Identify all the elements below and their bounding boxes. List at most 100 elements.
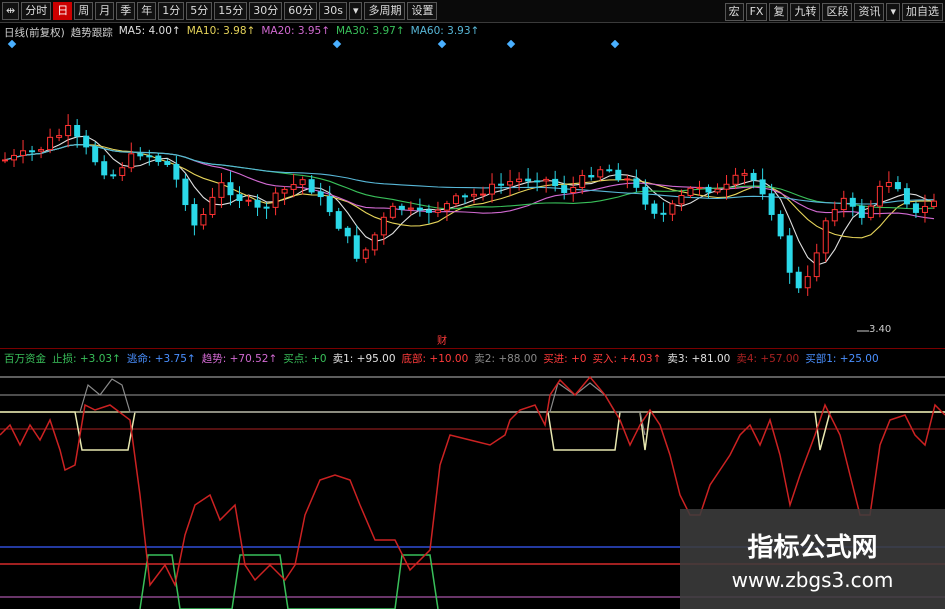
candlestick bbox=[263, 202, 270, 219]
candlestick bbox=[20, 139, 27, 164]
candlestick bbox=[65, 114, 72, 148]
main-legend-item-4: MA20: 3.95↑ bbox=[261, 25, 330, 37]
candlestick bbox=[155, 152, 162, 166]
moving-average-lines bbox=[4, 135, 935, 266]
candlestick bbox=[885, 171, 892, 193]
main-legend-item-1: 趋势跟踪 bbox=[70, 27, 113, 39]
candlestick bbox=[362, 247, 369, 264]
indicator-legend-item-0: 百万资金 bbox=[4, 353, 46, 365]
candlestick bbox=[344, 226, 351, 244]
period-button-3[interactable]: 周 bbox=[74, 2, 94, 20]
watermark-url: www.zbgs3.com bbox=[731, 567, 894, 592]
candlestick bbox=[489, 173, 496, 203]
period-button-8[interactable]: 5分 bbox=[186, 2, 213, 20]
candlestick bbox=[290, 173, 297, 198]
candlestick bbox=[353, 225, 360, 262]
indicator-legend-item-6: 底部: +10.00 bbox=[401, 353, 469, 365]
candlestick bbox=[308, 175, 315, 195]
candlestick bbox=[777, 210, 784, 240]
signal-diamond bbox=[610, 40, 620, 49]
candlestick bbox=[371, 232, 378, 256]
candlestick bbox=[11, 149, 18, 167]
indicator-legend-item-2: 逃命: +3.75↑ bbox=[126, 353, 196, 365]
candlestick bbox=[227, 171, 234, 206]
ma60-line bbox=[4, 144, 935, 205]
candlestick bbox=[921, 194, 928, 223]
candlestick bbox=[236, 186, 243, 209]
indicator-legend-item-10: 卖3: +81.00 bbox=[667, 353, 731, 365]
main-legend-item-2: MA5: 4.00↑ bbox=[118, 25, 181, 37]
panel-separator bbox=[0, 348, 945, 349]
candlestick bbox=[173, 155, 180, 188]
period-button-13[interactable]: ▾ bbox=[348, 2, 363, 20]
period-button-10[interactable]: 30分 bbox=[249, 2, 283, 20]
period-button-11[interactable]: 60分 bbox=[284, 2, 318, 20]
tool-button-6[interactable]: ▾ bbox=[886, 3, 900, 21]
period-button-2[interactable]: 日 bbox=[53, 2, 73, 20]
candlestick bbox=[389, 202, 396, 220]
candlestick bbox=[2, 152, 8, 164]
candlestick bbox=[191, 198, 198, 236]
sell-signal-line bbox=[0, 411, 945, 451]
period-button-0[interactable]: ⇹ bbox=[2, 2, 20, 20]
indicator-legend-item-5: 卖1: +95.00 bbox=[332, 353, 396, 365]
candlestick bbox=[714, 183, 721, 195]
indicator-legend-item-8: 买进: +0 bbox=[543, 353, 587, 365]
candlestick bbox=[660, 202, 667, 222]
period-button-9[interactable]: 15分 bbox=[214, 2, 248, 20]
candlestick bbox=[335, 207, 342, 231]
ma10-line bbox=[4, 144, 935, 239]
main-chart-legend: 日线(前复权) 趋势跟踪 MA5: 4.00↑ MA10: 3.98↑ MA20: 3.… bbox=[4, 25, 479, 40]
low-price-label: 3.40 bbox=[869, 324, 892, 335]
candlestick bbox=[218, 173, 225, 208]
candlestick bbox=[831, 201, 838, 227]
candlestick bbox=[651, 200, 658, 219]
candlestick bbox=[678, 189, 685, 211]
tool-button-4[interactable]: 区段 bbox=[822, 3, 853, 21]
period-button-15[interactable]: 设置 bbox=[407, 2, 438, 20]
period-buttons: ⇹ 分时日周月季年 1分 5分 15分 30分 60分 30s ▾ 多周期 设置 bbox=[0, 2, 438, 20]
signal-diamond bbox=[437, 40, 447, 49]
period-button-6[interactable]: 年 bbox=[137, 2, 157, 20]
period-button-5[interactable]: 季 bbox=[116, 2, 136, 20]
top-signal-line bbox=[79, 378, 646, 436]
tool-button-2[interactable]: 复 bbox=[769, 3, 789, 21]
candlestick bbox=[272, 187, 279, 216]
candlestick bbox=[416, 198, 423, 217]
period-button-14[interactable]: 多周期 bbox=[364, 2, 406, 20]
indicator-legend-item-11: 卖4: +57.00 bbox=[736, 353, 800, 365]
candlesticks bbox=[2, 114, 937, 296]
candlestick bbox=[74, 119, 81, 148]
period-button-7[interactable]: 1分 bbox=[158, 2, 185, 20]
candlestick bbox=[200, 208, 207, 230]
period-button-4[interactable]: 月 bbox=[95, 2, 115, 20]
indicator-legend-item-9: 买入: +4.03↑ bbox=[592, 353, 662, 365]
candlestick bbox=[480, 186, 487, 201]
tool-button-3[interactable]: 九转 bbox=[790, 3, 821, 21]
candlestick bbox=[795, 266, 802, 293]
indicator-legend-item-12: 买部1: +25.00 bbox=[805, 353, 879, 365]
signal-diamond bbox=[332, 40, 342, 49]
signal-diamond bbox=[506, 40, 516, 49]
candlestick bbox=[29, 145, 36, 161]
watermark: 指标公式网 www.zbgs3.com bbox=[680, 509, 945, 609]
candlestick-chart[interactable] bbox=[0, 40, 945, 345]
candlestick bbox=[813, 243, 820, 282]
watermark-title: 指标公式网 bbox=[747, 532, 878, 563]
finance-marker[interactable]: 财 bbox=[437, 332, 447, 347]
candlestick bbox=[804, 265, 811, 296]
candlestick bbox=[443, 200, 450, 221]
period-button-12[interactable]: 30s bbox=[319, 2, 347, 20]
candlestick bbox=[750, 169, 757, 189]
candlestick bbox=[507, 169, 514, 196]
tool-button-5[interactable]: 资讯 bbox=[854, 3, 885, 21]
candlestick bbox=[588, 166, 595, 181]
period-button-1[interactable]: 分时 bbox=[21, 2, 52, 20]
tool-button-1[interactable]: FX bbox=[745, 3, 768, 21]
candlestick bbox=[561, 175, 568, 200]
tool-button-0[interactable]: 宏 bbox=[724, 3, 744, 21]
candlestick bbox=[110, 169, 117, 180]
indicator-legend: 百万资金 止损: +3.03↑ 逃命: +3.75↑ 趋势: +70.52↑ 买点: +… bbox=[4, 351, 879, 366]
tool-button-7[interactable]: 加自选 bbox=[902, 3, 943, 21]
candlestick bbox=[398, 203, 405, 216]
